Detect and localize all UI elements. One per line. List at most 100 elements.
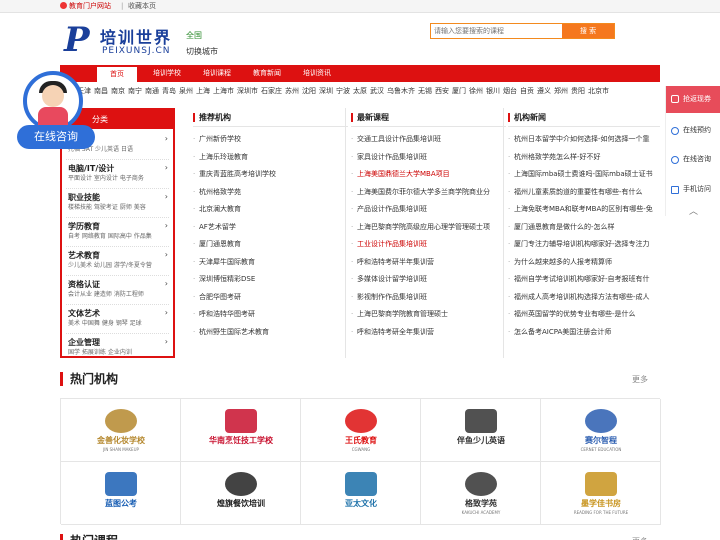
list-item[interactable]: 杭州野生国际艺术教育 [193,324,348,342]
chevron-up-icon[interactable]: ︿ [689,204,698,217]
list-item[interactable]: 厦门通恩教育是做什么的-怎么样 [508,219,660,237]
list-item[interactable]: 上海巴黎商学院高级应用心理学管理硕士项 [351,219,506,237]
more-link[interactable]: 更多 [632,374,648,385]
nav-schools[interactable]: 培训学校 [146,65,188,82]
category-group[interactable]: 艺术教育 少儿美术 幼儿园 游学/冬夏令营 › [68,250,168,271]
list-item[interactable]: 福州自学考试培训机构哪家好-自考报班有什 [508,271,660,289]
city-link[interactable]: 烟台 [503,87,517,95]
city-link[interactable]: 苏州 [285,87,299,95]
city-link[interactable]: 徐州 [469,87,483,95]
list-item[interactable]: 北京澜大教育 [193,201,348,219]
city-link[interactable]: 贵阳 [571,87,585,95]
city-link[interactable]: 南宁 [128,87,142,95]
city-link[interactable]: 厦门 [452,87,466,95]
city-link[interactable]: 北京市 [588,87,609,95]
city-link[interactable]: 乌鲁木齐 [387,87,415,95]
city-link[interactable]: 遵义 [537,87,551,95]
list-item[interactable]: 上海美国费尔菲尔德大学多兰商学院商业分 [351,184,506,202]
category-group[interactable]: 职业技能 楼梯技能 驾驶考证 厨师 美容 › [68,192,168,213]
city-link[interactable]: 自贡 [520,87,534,95]
institution-card[interactable]: 亚太文化 [301,462,421,525]
list-item[interactable]: 呼和浩特华图考研 [193,306,348,324]
list-item[interactable]: 福州儿童素质韵道的重要性有哪些-有什么 [508,184,660,202]
mobile-button[interactable]: 手机访问 [666,182,720,197]
list-item[interactable]: 交通工具设计作品集培训班 [351,131,506,149]
more-link[interactable]: 更多 [632,536,648,540]
city-link[interactable]: 深圳市 [237,87,258,95]
city-link[interactable]: 银川 [486,87,500,95]
favorite-link[interactable]: 收藏本页 [128,0,156,13]
list-item[interactable]: 呼和浩特考研半年集训营 [351,254,506,272]
city-link[interactable]: 上海市 [213,87,234,95]
site-logo[interactable]: P 培训世界 PEIXUNSJ.CN [64,22,179,60]
city-link[interactable]: 郑州 [554,87,568,95]
category-group[interactable]: 学历教育 自考 网络教育 国际高中 作品集 › [68,221,168,242]
city-link[interactable]: 宁波 [336,87,350,95]
category-group[interactable]: 企业管理 国学 拓展训练 企业内训 › [68,337,168,358]
list-item[interactable]: 合肥华图考研 [193,289,348,307]
list-item[interactable]: 上海国际mba硕士费谁吗-国际mba硕士证书 [508,166,660,184]
city-link[interactable]: 南通 [145,87,159,95]
institution-card[interactable]: 华南烹饪技工学校 [181,399,301,462]
nav-news[interactable]: 教育新闻 [246,65,288,82]
list-item[interactable]: 上海免联考MBA和联考MBA的区别有哪些-免 [508,201,660,219]
list-item[interactable]: 为什么越来越多的人报考精算师 [508,254,660,272]
list-item[interactable]: 产品设计作品集培训班 [351,201,506,219]
coupon-button[interactable]: 抢返现券 [666,86,720,113]
city-link[interactable]: 泉州 [179,87,193,95]
city-link[interactable]: 石家庄 [261,87,282,95]
city-link[interactable]: 无锡 [418,87,432,95]
nav-info[interactable]: 培训资讯 [296,65,338,82]
portal-link[interactable]: 教育门户网站 [60,0,111,13]
list-item[interactable]: 工业设计作品集培训班 [351,236,506,254]
list-item[interactable]: 厦门通恩教育 [193,236,348,254]
city-link[interactable]: 南京 [111,87,125,95]
list-item[interactable]: 多媒体设计留学培训班 [351,271,506,289]
list-item[interactable]: 天津犀牛国际教育 [193,254,348,272]
list-item[interactable]: 影视制作作品集培训班 [351,289,506,307]
city-link[interactable]: 武汉 [370,87,384,95]
category-group[interactable]: 文体艺术 美术 中国舞 健身 钢琴 足球 › [68,308,168,329]
list-item[interactable]: 上海巴黎商学院教育管理硕士 [351,306,506,324]
list-item[interactable]: 厦门专注力辅导培训机构哪家好-选择专注力 [508,236,660,254]
list-item[interactable]: 福州成人高考培训机构选择方法有哪些-成人 [508,289,660,307]
list-item[interactable]: 上海乐玲珑教育 [193,149,348,167]
institution-card[interactable]: 格致学苑 KAKUCHI ACADEMY [421,462,541,525]
city-link[interactable]: 西安 [435,87,449,95]
institution-card[interactable]: 墨学佳书房 READING FOR THE FUTURE [541,462,661,525]
list-item[interactable]: AF艺术留学 [193,219,348,237]
online-consult-widget[interactable]: 在线咨询 [17,71,95,151]
search-input[interactable] [431,24,561,38]
list-item[interactable]: 重庆青蓝胜高考培训学校 [193,166,348,184]
list-item[interactable]: 福州英国留学的优势专业有哪些-是什么 [508,306,660,324]
city-link[interactable]: 南昌 [94,87,108,95]
list-item[interactable]: 杭州日本留学中介如何选择-如何选择一个靠 [508,131,660,149]
category-group[interactable]: 电脑/IT/设计 平面设计 室内设计 电子商务 › [68,163,168,184]
city-link[interactable]: 沈阳 [302,87,316,95]
chat-button[interactable]: 在线咨询 [666,152,720,167]
institution-card[interactable]: 赛尔智程 CERNET EDUCATION [541,399,661,462]
list-item[interactable]: 家具设计作品集培训班 [351,149,506,167]
institution-card[interactable]: 伴鱼少儿英语 [421,399,541,462]
city-link[interactable]: 青岛 [162,87,176,95]
list-item[interactable]: 深圳博恒精彩DSE [193,271,348,289]
search-button[interactable]: 搜 索 [562,24,614,38]
institution-card[interactable]: 蓝图公考 [61,462,181,525]
city-link[interactable]: 深圳 [319,87,333,95]
list-item[interactable]: 怎么备考AICPA美国注册会计师 [508,324,660,342]
list-item[interactable]: 上海美国鼎德兰大学MBA项目 [351,166,506,184]
nav-courses[interactable]: 培训课程 [196,65,238,82]
online-consult-button[interactable]: 在线咨询 [17,125,95,149]
city-link[interactable]: 太原 [353,87,367,95]
city-link[interactable]: 上海 [196,87,210,95]
list-item[interactable]: 呼和浩特考研全年集训营 [351,324,506,342]
list-item[interactable]: 杭州格致学苑 [193,184,348,202]
booking-button[interactable]: 在线预约 [666,123,720,138]
category-group[interactable]: 资格认证 会计从业 建造师 消防工程师 › [68,279,168,300]
switch-city-link[interactable]: 切换城市 [186,46,218,57]
nav-home[interactable]: 首页 [96,66,138,82]
institution-card[interactable]: 煌旗餐饮培训 [181,462,301,525]
list-item[interactable]: 杭州格致学苑怎么样-好不好 [508,149,660,167]
institution-card[interactable]: 金善化妆学校 JIN SHAN MAKEUP [61,399,181,462]
list-item[interactable]: 广州新侨学校 [193,131,348,149]
